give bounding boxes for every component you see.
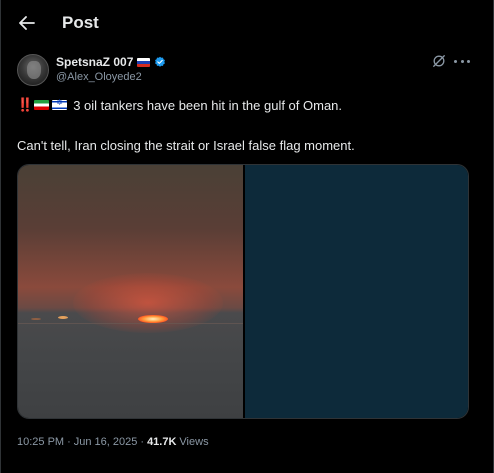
post-text-line1: ‼️ 3 oil tankers have been hit in the gu… [17, 97, 342, 113]
meta-separator: · [140, 436, 145, 448]
more-icon[interactable] [454, 55, 470, 67]
verified-badge-icon[interactable] [154, 56, 166, 68]
post-meta: 10:25 PM · Jun 16, 2025 · 41.7K Views [17, 436, 209, 448]
media-image-right[interactable] [245, 165, 468, 418]
israel-flag-icon [52, 98, 68, 110]
views-count: 41.7K [147, 436, 177, 448]
header-bar: Post [1, 0, 494, 46]
avatar[interactable] [17, 54, 49, 86]
arrow-left-icon [19, 16, 35, 30]
post-detail-panel: Post SpetsnaZ 007 @Alex_Oloyede2 ‼️ 3 oi… [0, 0, 494, 473]
back-button[interactable] [13, 9, 41, 37]
author-name-row: SpetsnaZ 007 [56, 55, 166, 69]
post-time[interactable]: 10:25 PM [17, 436, 64, 448]
grok-icon[interactable] [432, 54, 446, 68]
post-media[interactable] [17, 164, 469, 419]
author-display-name[interactable]: SpetsnaZ 007 [56, 55, 133, 69]
post-text-line2: Can't tell, Iran closing the strait or I… [17, 138, 355, 153]
page-title: Post [62, 13, 99, 32]
media-image-left[interactable] [18, 165, 243, 418]
double-exclamation-icon: ‼️ [17, 97, 33, 112]
post-date[interactable]: Jun 16, 2025 [74, 436, 138, 448]
meta-separator: · [67, 436, 71, 448]
iran-flag-icon [34, 100, 50, 110]
author-handle[interactable]: @Alex_Oloyede2 [56, 71, 142, 83]
russia-flag-icon [137, 57, 151, 67]
views-label: Views [179, 436, 209, 448]
post-text: 3 oil tankers have been hit in the gulf … [73, 97, 343, 113]
